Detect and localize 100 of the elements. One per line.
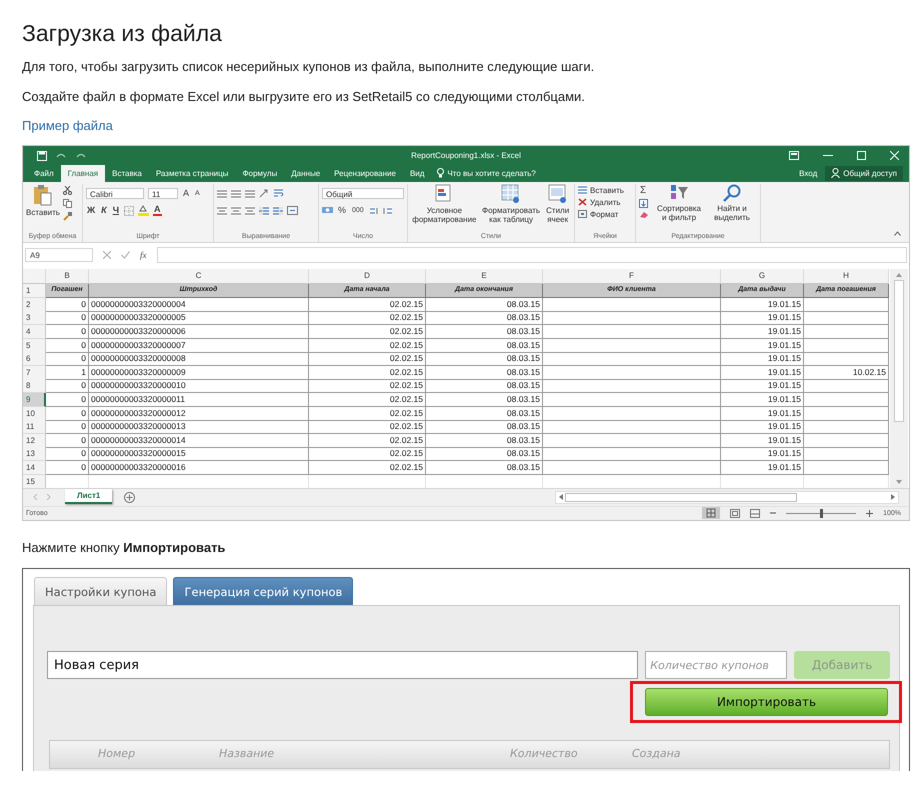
align-icon[interactable] bbox=[245, 190, 255, 198]
bold-button[interactable]: Ж bbox=[86, 205, 96, 216]
ribbon-tab[interactable]: Формулы bbox=[235, 165, 284, 182]
sort-filter-button[interactable]: Сортировка и фильтр bbox=[654, 184, 704, 232]
sheet-tab[interactable]: Лист1 bbox=[65, 488, 112, 504]
indent-icon[interactable] bbox=[259, 206, 269, 215]
normal-view-icon[interactable] bbox=[702, 507, 720, 520]
horizontal-scrollbar[interactable] bbox=[555, 490, 899, 504]
formula-field[interactable] bbox=[156, 247, 907, 264]
column-header[interactable]: D bbox=[309, 269, 426, 284]
copy-icon[interactable] bbox=[62, 198, 72, 208]
row-header[interactable]: 8 bbox=[23, 379, 46, 394]
coupon-count-field[interactable]: Количество купонов bbox=[645, 651, 788, 679]
cancel-icon[interactable] bbox=[103, 251, 111, 260]
column-header[interactable]: C bbox=[89, 269, 309, 284]
font-size-field[interactable]: 11 bbox=[148, 188, 178, 200]
sample-file-link[interactable]: Пример файла bbox=[22, 117, 113, 135]
row-header[interactable]: 12 bbox=[23, 434, 46, 448]
column-header[interactable]: G bbox=[721, 269, 804, 284]
share-button[interactable]: Общий доступ bbox=[825, 166, 903, 181]
page-break-icon[interactable] bbox=[750, 508, 760, 518]
scroll-thumb[interactable] bbox=[894, 280, 904, 422]
indent-icon[interactable] bbox=[273, 206, 283, 215]
currency-icon[interactable] bbox=[322, 206, 333, 216]
row-header[interactable]: 9 bbox=[23, 393, 46, 408]
add-sheet-icon[interactable] bbox=[124, 492, 136, 503]
grow-font-button[interactable]: A bbox=[182, 188, 190, 200]
zoom-in-icon[interactable] bbox=[866, 510, 874, 517]
align-icon[interactable] bbox=[245, 206, 255, 215]
insert-function-button[interactable]: fx bbox=[140, 250, 146, 260]
orientation-icon[interactable] bbox=[259, 189, 270, 198]
ribbon-tab[interactable]: Файл bbox=[27, 165, 61, 182]
insert-cells-button[interactable]: Вставить bbox=[578, 186, 624, 195]
font-field[interactable]: Calibri bbox=[86, 188, 144, 200]
align-icon[interactable] bbox=[217, 190, 227, 198]
cell-styles-button[interactable]: Стили ячеек bbox=[544, 184, 571, 232]
delete-cells-button[interactable]: Удалить bbox=[578, 198, 621, 207]
name-box[interactable]: A9 bbox=[25, 248, 93, 262]
undo-icon[interactable] bbox=[55, 152, 67, 160]
close-icon[interactable] bbox=[890, 151, 899, 160]
column-header[interactable]: F bbox=[543, 269, 721, 284]
autosum-button[interactable]: Σ bbox=[639, 186, 648, 196]
brush-icon[interactable] bbox=[62, 212, 72, 221]
percent-button[interactable]: % bbox=[337, 205, 348, 216]
border-icon[interactable] bbox=[124, 206, 134, 216]
number-format-field[interactable]: Общий bbox=[322, 188, 404, 200]
scroll-left-icon[interactable] bbox=[559, 494, 563, 500]
collapse-ribbon-icon[interactable] bbox=[894, 231, 901, 236]
row-header[interactable]: 2 bbox=[23, 298, 46, 312]
ribbon-tab[interactable]: Главная bbox=[60, 165, 106, 182]
save-icon[interactable] bbox=[37, 150, 47, 161]
scroll-down-icon[interactable] bbox=[896, 480, 902, 484]
tell-me-field[interactable]: Что вы хотите сделать? bbox=[447, 168, 536, 178]
row-header[interactable]: 4 bbox=[23, 325, 46, 340]
vertical-scrollbar[interactable] bbox=[890, 269, 908, 488]
row-header[interactable]: 14 bbox=[23, 461, 46, 475]
sign-in-link[interactable]: Вход bbox=[793, 165, 824, 182]
align-icon[interactable] bbox=[231, 190, 241, 198]
column-header[interactable]: B bbox=[46, 269, 89, 284]
scroll-up-icon[interactable] bbox=[896, 273, 902, 278]
paste-button[interactable]: Вставить bbox=[26, 184, 60, 232]
column-header[interactable]: H bbox=[804, 269, 889, 284]
column-header[interactable]: E bbox=[426, 269, 543, 284]
underline-button[interactable]: Ч bbox=[112, 205, 120, 216]
scroll-right-icon[interactable] bbox=[891, 494, 895, 500]
row-header[interactable]: 13 bbox=[23, 447, 46, 462]
conditional-formatting-button[interactable]: Условное форматирование bbox=[411, 184, 478, 232]
ribbon-tab[interactable]: Разметка страницы bbox=[148, 165, 236, 182]
page-layout-icon[interactable] bbox=[730, 508, 740, 518]
wrap-text-icon[interactable] bbox=[274, 188, 284, 199]
row-header[interactable]: 6 bbox=[23, 352, 46, 366]
zoom-out-icon[interactable] bbox=[770, 510, 776, 516]
ribbon-tab[interactable]: Вид bbox=[402, 165, 432, 182]
row-header[interactable]: 1 bbox=[23, 284, 46, 298]
import-button[interactable]: Импортировать bbox=[645, 688, 888, 716]
format-cells-button[interactable]: Формат bbox=[578, 210, 618, 219]
tab[interactable]: Генерация серий купонов bbox=[173, 577, 354, 605]
format-as-table-button[interactable]: Форматировать как таблицу bbox=[480, 184, 542, 232]
font-color-button[interactable]: A bbox=[153, 205, 162, 216]
row-header[interactable]: 10 bbox=[23, 406, 46, 421]
align-icon[interactable] bbox=[231, 206, 241, 215]
ribbon-tab[interactable]: Рецензирование bbox=[327, 165, 403, 182]
decimal-icon[interactable] bbox=[368, 206, 379, 216]
row-header[interactable]: 5 bbox=[23, 338, 46, 353]
ribbon-tab[interactable]: Вставка bbox=[105, 165, 149, 182]
align-icon[interactable] bbox=[217, 206, 227, 215]
find-select-button[interactable]: Найти и выделить bbox=[707, 184, 757, 232]
merge-icon[interactable] bbox=[287, 206, 298, 216]
row-header[interactable]: 11 bbox=[23, 420, 46, 434]
row-header[interactable]: 3 bbox=[23, 311, 46, 326]
fill-color-icon[interactable] bbox=[138, 205, 150, 216]
scissors-icon[interactable] bbox=[62, 186, 72, 195]
eraser-icon[interactable] bbox=[639, 210, 649, 219]
redo-icon[interactable] bbox=[75, 152, 87, 160]
decimal-icon[interactable] bbox=[382, 206, 393, 216]
series-name-field[interactable]: Новая серия bbox=[47, 651, 638, 679]
tab[interactable]: Настройки купона bbox=[34, 577, 168, 605]
row-header[interactable]: 7 bbox=[23, 366, 46, 380]
scroll-thumb[interactable] bbox=[565, 492, 797, 502]
enter-icon[interactable] bbox=[121, 251, 130, 260]
